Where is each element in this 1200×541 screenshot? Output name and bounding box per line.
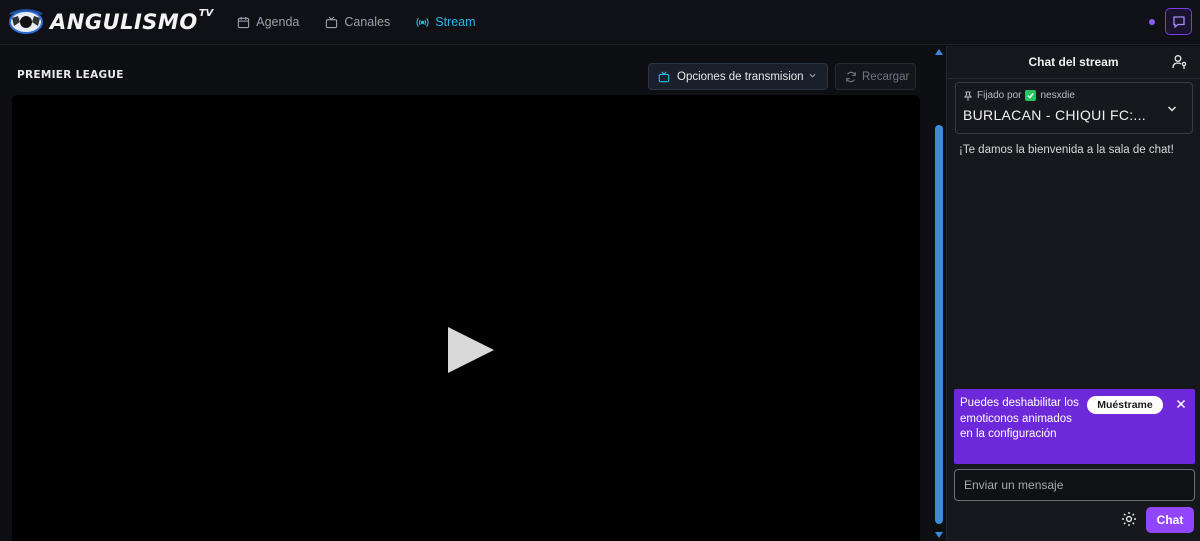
chat-bubble-icon — [1172, 15, 1185, 28]
chevron-down-icon[interactable] — [1166, 103, 1178, 115]
scrollbar-thumb[interactable] — [935, 125, 943, 524]
verified-badge-icon — [1025, 90, 1037, 101]
close-icon[interactable] — [1176, 399, 1186, 409]
pin-icon — [963, 90, 973, 100]
pinned-meta: Fijado por nesxdie — [963, 90, 1075, 101]
tv-icon — [658, 71, 670, 82]
welcome-message: ¡Te damos la bienvenida a la sala de cha… — [959, 144, 1174, 156]
nav-item-label: Agenda — [256, 15, 300, 29]
tv-icon — [326, 16, 338, 28]
chat-toggle-button[interactable] — [1165, 8, 1192, 35]
show-me-button[interactable]: Muéstrame — [1087, 396, 1163, 414]
nav-item-label: Canales — [344, 15, 391, 29]
play-icon[interactable] — [446, 325, 496, 375]
chat-header: Chat del stream — [947, 46, 1200, 79]
notification-dot — [1149, 18, 1155, 25]
chat-message-input[interactable] — [954, 469, 1195, 501]
pinned-username[interactable]: nesxdie — [1040, 90, 1074, 101]
top-bar: ANGULISMO TV Agenda Canales Stream — [0, 0, 1200, 45]
broadcast-icon — [416, 17, 429, 27]
stream-options-label: Opciones de transmision — [677, 70, 804, 83]
calendar-icon — [238, 16, 250, 28]
brand-suffix: TV — [198, 7, 214, 19]
pinned-message[interactable]: Fijado por nesxdie BURLACAN - CHIQUI FC:… — [955, 82, 1193, 134]
chat-panel: Chat del stream Fijado por nesxdie BURLA… — [946, 46, 1200, 541]
main-nav: Agenda Canales Stream — [237, 15, 501, 29]
stream-options-dropdown[interactable]: Opciones de transmision — [648, 63, 828, 90]
scroll-down-arrow-icon[interactable] — [935, 532, 943, 538]
nav-item-agenda[interactable]: Agenda — [237, 15, 299, 29]
chevron-down-icon — [809, 73, 816, 78]
nav-item-stream[interactable]: Stream — [416, 15, 476, 29]
stream-main: PREMIER LEAGUE Opciones de transmision R… — [0, 46, 930, 541]
pinned-by-label: Fijado por — [977, 90, 1022, 101]
chat-title: Chat del stream — [1028, 55, 1119, 69]
emote-tip-banner: Puedes deshabilitar los emoticonos anima… — [954, 389, 1195, 464]
users-icon[interactable] — [1172, 54, 1188, 70]
league-title: PREMIER LEAGUE — [17, 69, 124, 81]
video-player[interactable] — [12, 95, 920, 541]
reload-label: Recargar — [862, 70, 910, 83]
brand-logo[interactable]: ANGULISMO TV — [8, 0, 213, 45]
scroll-up-arrow-icon[interactable] — [935, 49, 943, 55]
chat-send-button[interactable]: Chat — [1146, 507, 1194, 533]
gear-icon[interactable] — [1121, 511, 1137, 527]
brand-name: ANGULISMO — [50, 10, 198, 34]
reload-button[interactable]: Recargar — [835, 63, 916, 90]
nav-item-canales[interactable]: Canales — [325, 15, 390, 29]
nav-item-label: Stream — [435, 15, 476, 29]
vertical-scrollbar[interactable] — [932, 46, 946, 541]
refresh-icon — [846, 71, 856, 82]
soccer-ball-icon — [9, 9, 43, 34]
pinned-message-text: BURLACAN - CHIQUI FC:... — [963, 107, 1146, 123]
tip-text: Puedes deshabilitar los emoticonos anima… — [960, 397, 1079, 440]
top-right-controls — [1149, 8, 1192, 35]
